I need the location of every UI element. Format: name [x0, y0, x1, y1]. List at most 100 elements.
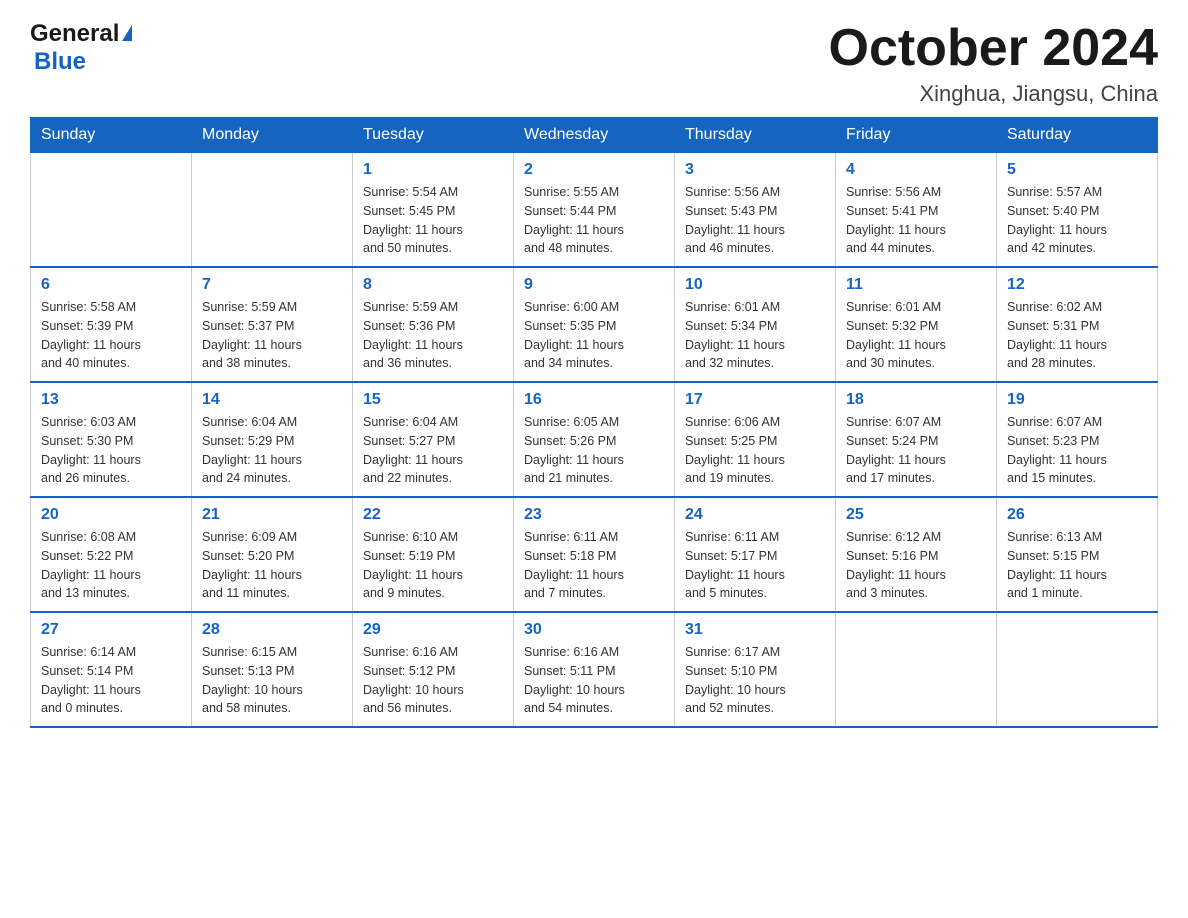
day-info: Sunrise: 5:55 AMSunset: 5:44 PMDaylight:…: [524, 183, 664, 258]
day-cell: 3 Sunrise: 5:56 AMSunset: 5:43 PMDaylight…: [675, 153, 836, 268]
day-info: Sunrise: 6:07 AMSunset: 5:23 PMDaylight:…: [1007, 413, 1147, 488]
col-header-friday: Friday: [836, 118, 997, 153]
day-number: 25: [846, 506, 986, 524]
day-number: 26: [1007, 506, 1147, 524]
day-info: Sunrise: 6:06 AMSunset: 5:25 PMDaylight:…: [685, 413, 825, 488]
day-number: 31: [685, 621, 825, 639]
calendar-title: October 2024: [829, 20, 1159, 77]
day-number: 18: [846, 391, 986, 409]
day-info: Sunrise: 5:58 AMSunset: 5:39 PMDaylight:…: [41, 298, 181, 373]
day-info: Sunrise: 6:07 AMSunset: 5:24 PMDaylight:…: [846, 413, 986, 488]
day-info: Sunrise: 6:16 AMSunset: 5:11 PMDaylight:…: [524, 643, 664, 718]
day-info: Sunrise: 6:00 AMSunset: 5:35 PMDaylight:…: [524, 298, 664, 373]
day-cell: 1 Sunrise: 5:54 AMSunset: 5:45 PMDaylight…: [353, 153, 514, 268]
day-cell: 19 Sunrise: 6:07 AMSunset: 5:23 PMDayligh…: [997, 382, 1158, 497]
day-cell: 6 Sunrise: 5:58 AMSunset: 5:39 PMDaylight…: [31, 267, 192, 382]
day-cell: 24 Sunrise: 6:11 AMSunset: 5:17 PMDayligh…: [675, 497, 836, 612]
day-info: Sunrise: 6:04 AMSunset: 5:27 PMDaylight:…: [363, 413, 503, 488]
day-number: 1: [363, 161, 503, 179]
day-cell: 20 Sunrise: 6:08 AMSunset: 5:22 PMDayligh…: [31, 497, 192, 612]
day-cell: 8Sunrise: 5:59 AMSunset: 5:36 PMDaylight…: [353, 267, 514, 382]
day-cell: 23 Sunrise: 6:11 AMSunset: 5:18 PMDayligh…: [514, 497, 675, 612]
week-row-2: 6 Sunrise: 5:58 AMSunset: 5:39 PMDaylight…: [31, 267, 1158, 382]
day-cell: 18 Sunrise: 6:07 AMSunset: 5:24 PMDayligh…: [836, 382, 997, 497]
day-cell: 15 Sunrise: 6:04 AMSunset: 5:27 PMDayligh…: [353, 382, 514, 497]
day-info: Sunrise: 5:57 AMSunset: 5:40 PMDaylight:…: [1007, 183, 1147, 258]
week-row-5: 27 Sunrise: 6:14 AMSunset: 5:14 PMDayligh…: [31, 612, 1158, 727]
day-number: 15: [363, 391, 503, 409]
day-info: Sunrise: 5:59 AMSunset: 5:37 PMDaylight:…: [202, 298, 342, 373]
day-cell: 25 Sunrise: 6:12 AMSunset: 5:16 PMDayligh…: [836, 497, 997, 612]
day-info: Sunrise: 6:13 AMSunset: 5:15 PMDaylight:…: [1007, 528, 1147, 603]
day-number: 24: [685, 506, 825, 524]
day-cell: 26 Sunrise: 6:13 AMSunset: 5:15 PMDayligh…: [997, 497, 1158, 612]
calendar-table: SundayMondayTuesdayWednesdayThursdayFrid…: [30, 117, 1158, 728]
day-number: 20: [41, 506, 181, 524]
col-header-thursday: Thursday: [675, 118, 836, 153]
calendar-header-row: SundayMondayTuesdayWednesdayThursdayFrid…: [31, 118, 1158, 153]
day-number: 28: [202, 621, 342, 639]
day-info: Sunrise: 6:15 AMSunset: 5:13 PMDaylight:…: [202, 643, 342, 718]
day-cell: 11 Sunrise: 6:01 AMSunset: 5:32 PMDayligh…: [836, 267, 997, 382]
day-number: 16: [524, 391, 664, 409]
day-cell: [31, 153, 192, 268]
day-number: 14: [202, 391, 342, 409]
day-info: Sunrise: 6:11 AMSunset: 5:17 PMDaylight:…: [685, 528, 825, 603]
week-row-4: 20 Sunrise: 6:08 AMSunset: 5:22 PMDayligh…: [31, 497, 1158, 612]
day-cell: 14Sunrise: 6:04 AMSunset: 5:29 PMDayligh…: [192, 382, 353, 497]
day-cell: 13 Sunrise: 6:03 AMSunset: 5:30 PMDayligh…: [31, 382, 192, 497]
day-cell: 5 Sunrise: 5:57 AMSunset: 5:40 PMDaylight…: [997, 153, 1158, 268]
day-number: 7: [202, 276, 342, 294]
day-cell: 2 Sunrise: 5:55 AMSunset: 5:44 PMDaylight…: [514, 153, 675, 268]
week-row-3: 13 Sunrise: 6:03 AMSunset: 5:30 PMDayligh…: [31, 382, 1158, 497]
day-info: Sunrise: 6:05 AMSunset: 5:26 PMDaylight:…: [524, 413, 664, 488]
day-number: 17: [685, 391, 825, 409]
day-number: 11: [846, 276, 986, 294]
col-header-monday: Monday: [192, 118, 353, 153]
day-info: Sunrise: 6:14 AMSunset: 5:14 PMDaylight:…: [41, 643, 181, 718]
col-header-wednesday: Wednesday: [514, 118, 675, 153]
day-info: Sunrise: 6:09 AMSunset: 5:20 PMDaylight:…: [202, 528, 342, 603]
logo-general-text: General: [30, 20, 119, 48]
day-cell: 27 Sunrise: 6:14 AMSunset: 5:14 PMDayligh…: [31, 612, 192, 727]
logo-blue-text: Blue: [34, 48, 86, 75]
day-info: Sunrise: 6:16 AMSunset: 5:12 PMDaylight:…: [363, 643, 503, 718]
day-info: Sunrise: 6:01 AMSunset: 5:32 PMDaylight:…: [846, 298, 986, 373]
day-info: Sunrise: 6:12 AMSunset: 5:16 PMDaylight:…: [846, 528, 986, 603]
day-info: Sunrise: 6:03 AMSunset: 5:30 PMDaylight:…: [41, 413, 181, 488]
col-header-tuesday: Tuesday: [353, 118, 514, 153]
day-info: Sunrise: 5:56 AMSunset: 5:41 PMDaylight:…: [846, 183, 986, 258]
col-header-sunday: Sunday: [31, 118, 192, 153]
day-number: 23: [524, 506, 664, 524]
day-number: 19: [1007, 391, 1147, 409]
day-number: 22: [363, 506, 503, 524]
day-cell: 31 Sunrise: 6:17 AMSunset: 5:10 PMDayligh…: [675, 612, 836, 727]
day-number: 8: [363, 276, 503, 294]
day-number: 21: [202, 506, 342, 524]
day-number: 4: [846, 161, 986, 179]
day-info: Sunrise: 5:56 AMSunset: 5:43 PMDaylight:…: [685, 183, 825, 258]
day-info: Sunrise: 6:17 AMSunset: 5:10 PMDaylight:…: [685, 643, 825, 718]
day-cell: 7 Sunrise: 5:59 AMSunset: 5:37 PMDaylight…: [192, 267, 353, 382]
day-number: 2: [524, 161, 664, 179]
day-number: 9: [524, 276, 664, 294]
page-header: General Blue October 2024 Xinghua, Jiang…: [30, 20, 1158, 107]
day-cell: [836, 612, 997, 727]
day-number: 27: [41, 621, 181, 639]
day-info: Sunrise: 6:08 AMSunset: 5:22 PMDaylight:…: [41, 528, 181, 603]
day-info: Sunrise: 5:54 AMSunset: 5:45 PMDaylight:…: [363, 183, 503, 258]
day-cell: [997, 612, 1158, 727]
day-cell: 12Sunrise: 6:02 AMSunset: 5:31 PMDayligh…: [997, 267, 1158, 382]
day-info: Sunrise: 6:10 AMSunset: 5:19 PMDaylight:…: [363, 528, 503, 603]
day-number: 6: [41, 276, 181, 294]
day-number: 30: [524, 621, 664, 639]
day-number: 13: [41, 391, 181, 409]
day-cell: 30 Sunrise: 6:16 AMSunset: 5:11 PMDayligh…: [514, 612, 675, 727]
day-number: 5: [1007, 161, 1147, 179]
day-cell: 17 Sunrise: 6:06 AMSunset: 5:25 PMDayligh…: [675, 382, 836, 497]
day-cell: 9 Sunrise: 6:00 AMSunset: 5:35 PMDaylight…: [514, 267, 675, 382]
day-cell: [192, 153, 353, 268]
day-info: Sunrise: 6:11 AMSunset: 5:18 PMDaylight:…: [524, 528, 664, 603]
day-number: 29: [363, 621, 503, 639]
day-number: 3: [685, 161, 825, 179]
